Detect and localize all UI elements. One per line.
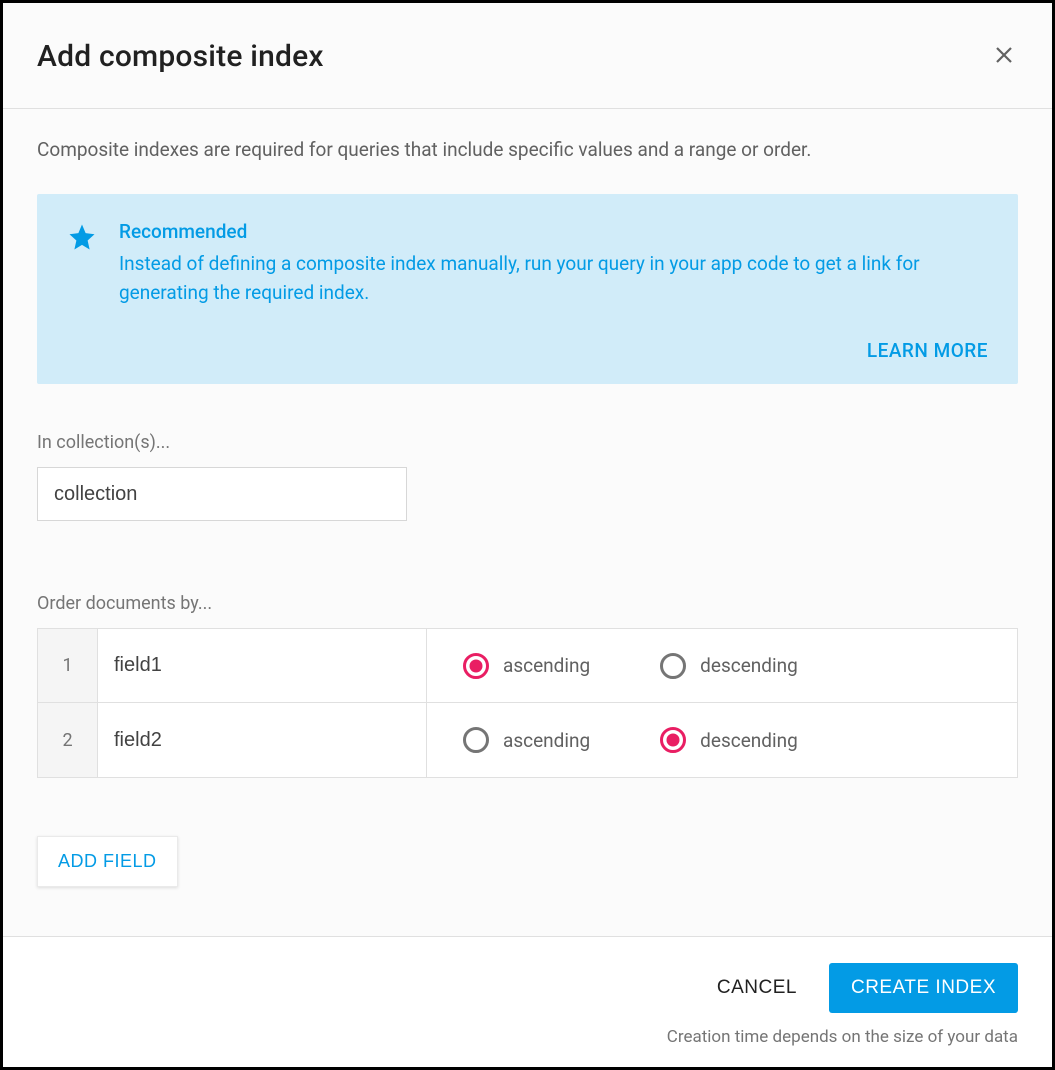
radio-icon xyxy=(660,653,686,679)
field-name-cell xyxy=(98,703,427,777)
radio-icon xyxy=(660,727,686,753)
recommended-title: Recommended xyxy=(119,220,988,243)
row-number: 2 xyxy=(38,703,98,777)
recommended-body: Instead of defining a composite index ma… xyxy=(119,249,988,308)
dialog-header: Add composite index xyxy=(3,3,1052,109)
footer-buttons: CANCEL CREATE INDEX xyxy=(717,963,1018,1013)
star-icon xyxy=(67,222,97,308)
collection-label: In collection(s)... xyxy=(37,432,1018,453)
learn-more-row: LEARN MORE xyxy=(67,339,988,362)
descending-radio[interactable]: descending xyxy=(660,653,798,679)
close-button[interactable] xyxy=(990,43,1018,71)
close-icon xyxy=(992,43,1016,71)
cancel-button[interactable]: CANCEL xyxy=(717,977,797,999)
descending-radio[interactable]: descending xyxy=(660,727,798,753)
recommended-text: Recommended Instead of defining a compos… xyxy=(119,220,988,308)
ascending-radio[interactable]: ascending xyxy=(463,653,590,679)
order-section: Order documents by... 1 ascending xyxy=(37,593,1018,778)
field-name-input[interactable] xyxy=(98,703,426,777)
field-name-input[interactable] xyxy=(98,629,426,702)
dialog-footer: CANCEL CREATE INDEX Creation time depend… xyxy=(3,936,1052,1067)
ascending-radio[interactable]: ascending xyxy=(463,727,590,753)
field-name-cell xyxy=(98,629,427,702)
descending-label: descending xyxy=(700,654,798,677)
ascending-label: ascending xyxy=(503,654,590,677)
ascending-label: ascending xyxy=(503,729,590,752)
row-number: 1 xyxy=(38,629,98,702)
order-label: Order documents by... xyxy=(37,593,1018,614)
sort-cell: ascending descending xyxy=(427,629,1017,702)
radio-icon xyxy=(463,653,489,679)
add-field-button[interactable]: ADD FIELD xyxy=(37,836,178,887)
footer-note: Creation time depends on the size of you… xyxy=(667,1027,1018,1047)
sort-cell: ascending descending xyxy=(427,703,1017,777)
dialog-body: Composite indexes are required for queri… xyxy=(3,109,1052,936)
add-composite-index-dialog: Add composite index Composite indexes ar… xyxy=(0,0,1055,1070)
dialog-title: Add composite index xyxy=(37,39,324,74)
recommended-card: Recommended Instead of defining a compos… xyxy=(37,194,1018,385)
table-row: 1 ascending descending xyxy=(38,629,1017,703)
descending-label: descending xyxy=(700,729,798,752)
collection-input[interactable] xyxy=(37,467,407,521)
table-row: 2 ascending descending xyxy=(38,703,1017,777)
radio-icon xyxy=(463,727,489,753)
dialog-description: Composite indexes are required for queri… xyxy=(37,137,1018,164)
fields-table: 1 ascending descending xyxy=(37,628,1018,778)
create-index-button[interactable]: CREATE INDEX xyxy=(829,963,1018,1013)
learn-more-link[interactable]: LEARN MORE xyxy=(867,339,988,362)
recommended-card-top: Recommended Instead of defining a compos… xyxy=(67,220,988,308)
